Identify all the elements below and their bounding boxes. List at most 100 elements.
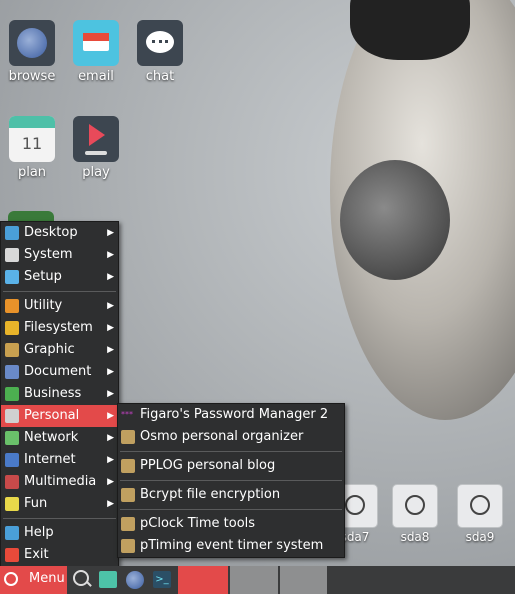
desktop-icon-play[interactable]: play xyxy=(64,116,128,180)
internet-globe-icon xyxy=(5,453,19,467)
menu-item-internet[interactable]: Internet ▶ xyxy=(1,449,118,471)
menu-separator xyxy=(120,451,342,452)
menu-item-label: Figaro's Password Manager 2 xyxy=(140,407,329,422)
menu-button[interactable]: Menu xyxy=(0,566,67,594)
organizer-icon xyxy=(121,430,135,444)
submenu-arrow-icon: ▶ xyxy=(107,250,114,260)
menu-item-document[interactable]: Document ▶ xyxy=(1,361,118,383)
submenu-item-bcrypt-file-encryption[interactable]: Bcrypt file encryption xyxy=(118,484,344,506)
menu-item-filesystem[interactable]: Filesystem ▶ xyxy=(1,317,118,339)
drive-sda9[interactable]: sda9 xyxy=(455,484,505,544)
menu-item-business[interactable]: Business ▶ xyxy=(1,383,118,405)
menu-separator xyxy=(3,291,116,292)
personal-icon xyxy=(5,409,19,423)
desktop-launcher[interactable] xyxy=(96,566,120,594)
submenu-arrow-icon: ▶ xyxy=(107,389,114,399)
encryption-lock-icon xyxy=(121,488,135,502)
menu-item-fun[interactable]: Fun ▶ xyxy=(1,493,118,515)
menu-item-label: Filesystem xyxy=(24,320,93,335)
menu-item-label: Internet xyxy=(24,452,76,467)
drive-label: sda9 xyxy=(465,530,495,544)
menu-item-label: Exit xyxy=(24,547,49,562)
desktop-icon-label: play xyxy=(82,165,110,180)
chat-icon xyxy=(137,20,183,66)
globe-icon xyxy=(126,571,144,589)
play-icon xyxy=(73,116,119,162)
menu-item-help[interactable]: Help xyxy=(1,522,118,544)
hard-drive-icon xyxy=(392,484,438,528)
calendar-date: 11 xyxy=(21,134,43,153)
drive-sda8[interactable]: sda8 xyxy=(390,484,440,544)
desktop-icon-label: plan xyxy=(17,165,47,180)
desktop-icon-email[interactable]: email xyxy=(64,20,128,84)
menu-item-network[interactable]: Network ▶ xyxy=(1,427,118,449)
menu-item-label: Fun xyxy=(24,496,48,511)
menu-item-exit[interactable]: Exit xyxy=(1,544,118,566)
wallpaper-helmet xyxy=(350,0,470,60)
menu-item-label: Desktop xyxy=(24,225,78,240)
utility-wrench-icon xyxy=(5,299,19,313)
submenu-arrow-icon: ▶ xyxy=(107,301,114,311)
submenu-arrow-icon: ▶ xyxy=(107,477,114,487)
menu-item-label: Help xyxy=(24,525,54,540)
search-launcher[interactable] xyxy=(70,566,94,594)
menu-item-label: Graphic xyxy=(24,342,75,357)
submenu-arrow-icon: ▶ xyxy=(107,411,114,421)
graphic-icon xyxy=(5,343,19,357)
folder-icon xyxy=(5,321,19,335)
terminal-launcher[interactable]: >_ xyxy=(150,566,174,594)
submenu-arrow-icon: ▶ xyxy=(107,228,114,238)
submenu-item-figaro-s-password-manager-2[interactable]: *** Figaro's Password Manager 2 xyxy=(118,404,344,426)
submenu-arrow-icon: ▶ xyxy=(107,433,114,443)
menu-item-label: Business xyxy=(24,386,82,401)
taskbar-task-active[interactable] xyxy=(178,566,228,594)
menu-item-graphic[interactable]: Graphic ▶ xyxy=(1,339,118,361)
menu-item-label: PPLOG personal blog xyxy=(140,458,276,473)
submenu-arrow-icon: ▶ xyxy=(107,323,114,333)
show-desktop-icon xyxy=(99,571,117,588)
menu-item-utility[interactable]: Utility ▶ xyxy=(1,295,118,317)
submenu-item-pplog-personal-blog[interactable]: PPLOG personal blog xyxy=(118,455,344,477)
menu-item-label: Osmo personal organizer xyxy=(140,429,304,444)
desktop-icon-plan[interactable]: 11 plan xyxy=(0,116,64,180)
main-menu: Desktop ▶ System ▶ Setup ▶ Utility ▶ Filesystem ▶… xyxy=(0,221,119,567)
menu-item-personal[interactable]: Personal ▶ xyxy=(1,405,118,427)
wallpaper-armor xyxy=(340,160,450,280)
submenu-arrow-icon: ▶ xyxy=(107,272,114,282)
menu-item-label: Utility xyxy=(24,298,63,313)
submenu-item-osmo-personal-organizer[interactable]: Osmo personal organizer xyxy=(118,426,344,448)
submenu-arrow-icon: ▶ xyxy=(107,455,114,465)
desktop-icon-chat[interactable]: chat xyxy=(128,20,192,84)
personal-submenu: *** Figaro's Password Manager 2 Osmo perso… xyxy=(117,403,345,558)
submenu-item-ptiming-event-timer-system[interactable]: pTiming event timer system xyxy=(118,535,344,557)
password-manager-icon: *** xyxy=(121,410,133,419)
terminal-icon: >_ xyxy=(153,571,171,588)
desktop-icon-label: browse xyxy=(8,69,56,84)
menu-item-multimedia[interactable]: Multimedia ▶ xyxy=(1,471,118,493)
menu-item-label: Network xyxy=(24,430,79,445)
submenu-item-pclock-time-tools[interactable]: pClock Time tools xyxy=(118,513,344,535)
hard-drive-icon xyxy=(457,484,503,528)
menu-item-label: pClock Time tools xyxy=(140,516,256,531)
menu-item-setup[interactable]: Setup ▶ xyxy=(1,266,118,288)
calendar-icon: 11 xyxy=(9,116,55,162)
desktop-icon-browse[interactable]: browse xyxy=(0,20,64,84)
exit-power-icon xyxy=(5,548,19,562)
timer-clock-icon xyxy=(121,539,135,553)
multimedia-icon xyxy=(5,475,19,489)
taskbar-task[interactable] xyxy=(230,566,278,594)
taskbar-task[interactable] xyxy=(280,566,327,594)
desktop-icon-label: email xyxy=(78,69,114,84)
taskbar: Menu >_ xyxy=(0,566,515,594)
blog-notebook-icon xyxy=(121,459,135,473)
menu-separator xyxy=(120,509,342,510)
menu-item-label: Multimedia xyxy=(24,474,97,489)
browser-launcher[interactable] xyxy=(123,566,147,594)
menu-item-system[interactable]: System ▶ xyxy=(1,244,118,266)
submenu-arrow-icon: ▶ xyxy=(107,345,114,355)
clock-icon xyxy=(121,517,135,531)
document-icon xyxy=(5,365,19,379)
email-icon xyxy=(73,20,119,66)
menu-item-desktop[interactable]: Desktop ▶ xyxy=(1,222,118,244)
network-icon xyxy=(5,431,19,445)
